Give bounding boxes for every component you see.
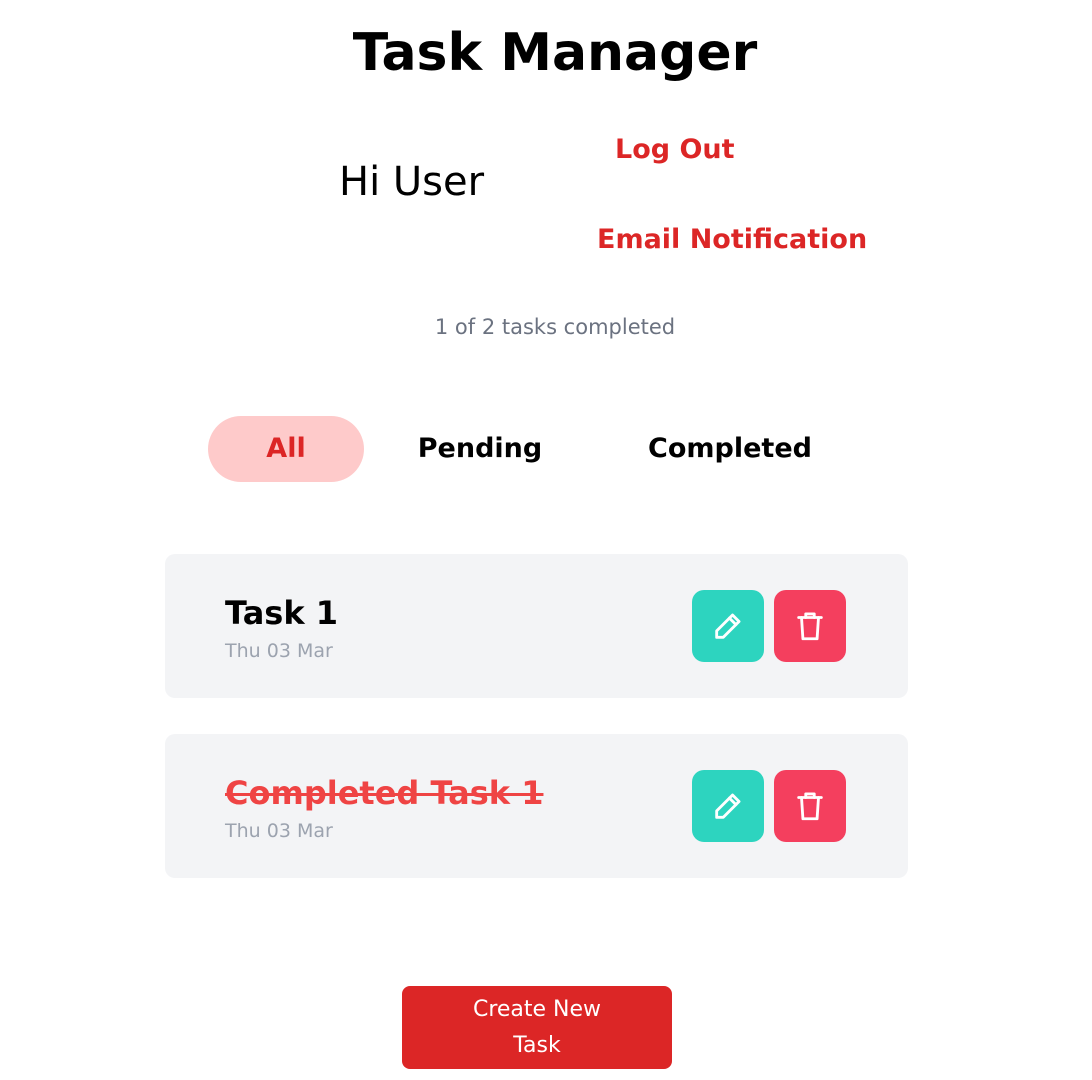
- trash-icon: [797, 792, 823, 821]
- pencil-icon: [715, 613, 741, 639]
- task-title: Task 1: [225, 594, 339, 632]
- task-card: Task 1 Thu 03 Mar: [165, 554, 908, 698]
- create-new-task-button[interactable]: Create New Task: [402, 986, 672, 1069]
- task-title: Completed Task 1: [225, 774, 544, 812]
- trash-icon: [797, 612, 823, 641]
- task-date: Thu 03 Mar: [225, 640, 333, 662]
- task-date: Thu 03 Mar: [225, 820, 333, 842]
- logout-link[interactable]: Log Out: [615, 133, 735, 167]
- email-notification-link[interactable]: Email Notification: [597, 223, 867, 257]
- tasks-completed-summary: 1 of 2 tasks completed: [434, 315, 676, 339]
- page-title: Task Manager: [352, 23, 758, 83]
- create-new-task-label: Create New Task: [472, 996, 602, 1058]
- task-card: Completed Task 1 Thu 03 Mar: [165, 734, 908, 878]
- edit-task-button[interactable]: [692, 590, 764, 662]
- tab-completed[interactable]: Completed: [640, 416, 820, 482]
- pencil-icon: [715, 793, 741, 819]
- tab-all[interactable]: All: [208, 416, 364, 482]
- tab-pending[interactable]: Pending: [405, 416, 555, 482]
- delete-task-button[interactable]: [774, 590, 846, 662]
- greeting-text: Hi User: [339, 159, 485, 205]
- delete-task-button[interactable]: [774, 770, 846, 842]
- edit-task-button[interactable]: [692, 770, 764, 842]
